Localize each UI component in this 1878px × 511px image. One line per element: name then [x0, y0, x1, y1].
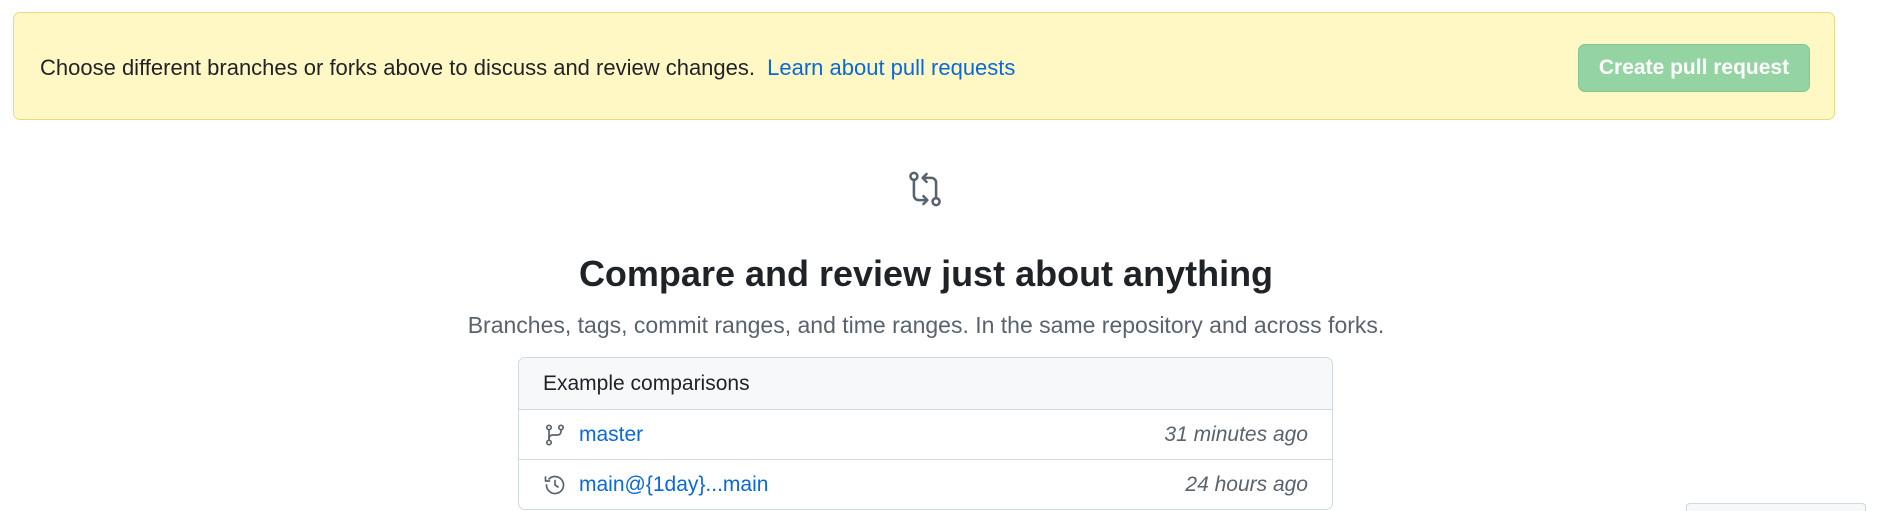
example-comparisons-header: Example comparisons — [519, 358, 1332, 410]
comparison-time: 31 minutes ago — [1164, 423, 1308, 446]
git-compare-icon — [909, 171, 941, 207]
page-description: Branches, tags, commit ranges, and time … — [467, 312, 1385, 338]
learn-about-pull-requests-link[interactable]: Learn about pull requests — [767, 55, 1015, 80]
comparison-link-master[interactable]: master — [579, 422, 643, 448]
create-pull-request-button[interactable]: Create pull request — [1578, 44, 1810, 92]
git-branch-icon — [545, 424, 565, 446]
comparison-time: 24 hours ago — [1185, 473, 1308, 496]
example-row: master 31 minutes ago — [519, 410, 1332, 460]
comparison-link-main-1day[interactable]: main@{1day}...main — [579, 472, 768, 498]
banner-message: Choose different branches or forks above… — [40, 55, 1015, 81]
corner-widget[interactable] — [1686, 503, 1866, 511]
compare-notice-banner: Choose different branches or forks above… — [13, 12, 1835, 120]
page-title: Compare and review just about anything — [578, 253, 1274, 294]
compare-page: Choose different branches or forks above… — [0, 0, 1878, 511]
example-comparisons-box: Example comparisons master 31 minutes ag… — [518, 357, 1333, 510]
history-icon — [544, 475, 565, 495]
example-row: main@{1day}...main 24 hours ago — [519, 460, 1332, 509]
banner-message-text: Choose different branches or forks above… — [40, 55, 755, 80]
